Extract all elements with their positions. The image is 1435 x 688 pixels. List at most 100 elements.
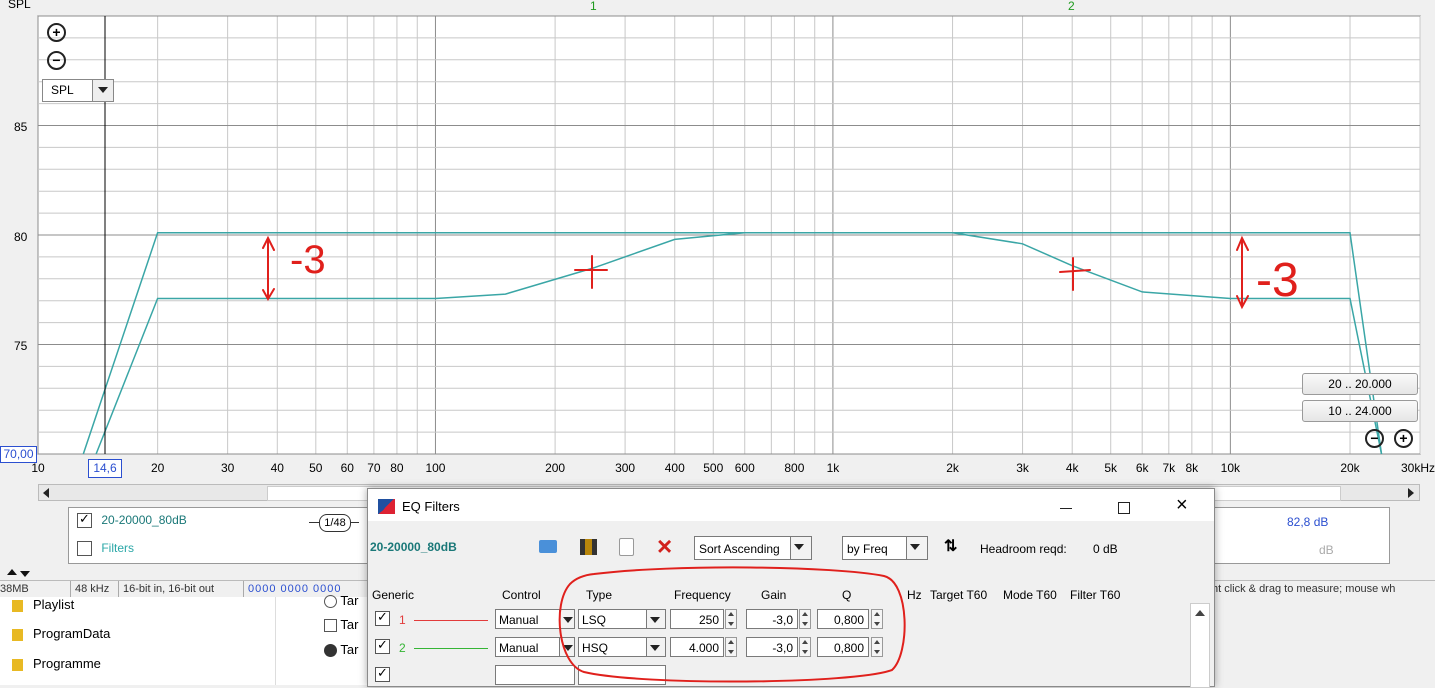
zoom-out-x-icon[interactable]: −: [1365, 429, 1384, 448]
x-tick-label: 40: [270, 461, 284, 475]
range-button-10-24000[interactable]: 10 .. 24.000: [1302, 400, 1418, 422]
x-tick-label: 30: [220, 461, 235, 475]
sort-by-select[interactable]: by Freq: [842, 536, 928, 560]
x-tick-label: 20: [150, 461, 165, 475]
headroom-label: Headroom reqd:: [980, 542, 1067, 556]
y-axis-title: SPL: [8, 0, 31, 11]
x-tick-label: 20k: [1340, 461, 1360, 475]
x-tick-label: 8k: [1185, 461, 1199, 475]
spl-graph[interactable]: [0, 0, 1435, 500]
filter-index-2: 2: [399, 641, 406, 655]
status-bit-depth: 16-bit in, 16-bit out: [118, 581, 214, 597]
col-mode-t60: Mode T60: [1003, 588, 1057, 602]
cursor-value[interactable]: 14,6: [88, 459, 122, 478]
legend-item-1[interactable]: 20-20000_80dB: [77, 511, 187, 529]
sort-order-select[interactable]: Sort Ascending: [694, 536, 812, 560]
x-tick-label: 500: [703, 461, 724, 475]
y-tick-85: 85: [14, 120, 28, 134]
delete-icon[interactable]: ×: [657, 531, 672, 561]
save-icon[interactable]: [580, 539, 597, 555]
zoom-in-icon[interactable]: +: [47, 23, 66, 42]
status-hint: ht click & drag to measure; mouse wh: [1212, 583, 1396, 595]
smoothing-badge[interactable]: 1/48: [319, 514, 351, 532]
measurement-selector[interactable]: SPL: [42, 79, 114, 102]
measurement-selector-value: SPL: [51, 83, 74, 97]
file-item-1[interactable]: Tar: [324, 593, 359, 609]
legend-item-2[interactable]: Filters: [77, 541, 135, 557]
legend-checkbox-2[interactable]: [77, 541, 92, 557]
annotation-text-right: -3: [1256, 254, 1299, 307]
explorer-files: Tar Tar Tar: [275, 593, 371, 685]
file-icon: [324, 595, 337, 609]
folder-label: Playlist: [33, 597, 75, 612]
chevron-down-icon[interactable]: [92, 80, 113, 101]
swap-sort-icon[interactable]: ⇅: [944, 536, 957, 556]
eq-filters-window: EQ Filters × 20-20000_80dB × Sort Ascend…: [367, 488, 1215, 688]
file-icon: [324, 619, 337, 633]
legend-value-1: 82,8 dB: [1287, 515, 1329, 529]
file-label: Tar: [340, 593, 359, 608]
filter-enable-checkbox-2[interactable]: [375, 637, 390, 654]
splitter-icon[interactable]: [7, 569, 37, 579]
file-label: Tar: [340, 617, 359, 632]
copy-icon[interactable]: [619, 538, 634, 556]
eq-title-bar[interactable]: EQ Filters ×: [368, 489, 1214, 521]
minimize-icon[interactable]: [1060, 508, 1072, 509]
filter-enable-checkbox-3[interactable]: [375, 665, 390, 682]
x-tick-label: 2k: [946, 461, 959, 475]
scroll-right-icon[interactable]: [1408, 488, 1414, 498]
file-label: Tar: [340, 642, 359, 657]
chevron-down-icon[interactable]: [906, 536, 928, 560]
x-tick-label: 6k: [1135, 461, 1149, 475]
x-tick-label: 400: [664, 461, 685, 475]
col-control: Control: [502, 588, 541, 602]
file-item-3[interactable]: Tar: [324, 642, 359, 658]
headroom-value: 0 dB: [1093, 542, 1118, 556]
folder-label: Programme: [33, 656, 101, 671]
legend-label-1: 20-20000_80dB: [101, 513, 187, 527]
legend-checkbox-1[interactable]: [77, 511, 92, 529]
filter-marker-2: 2: [1068, 0, 1075, 13]
x-tick-label: 7k: [1162, 461, 1176, 475]
x-tick-label: 50: [309, 461, 323, 475]
range-button-20-20000[interactable]: 20 .. 20.000: [1302, 373, 1418, 395]
x-tick-label: 4k: [1065, 461, 1079, 475]
sort-by-value: by Freq: [847, 542, 888, 556]
x-tick-label: 30kHz: [1400, 461, 1435, 475]
zoom-in-x-icon[interactable]: +: [1394, 429, 1413, 448]
x-tick-label: 70: [367, 461, 381, 475]
eq-vertical-scrollbar[interactable]: [1190, 603, 1210, 688]
file-item-2[interactable]: Tar: [324, 617, 359, 633]
sort-order-value: Sort Ascending: [699, 542, 780, 556]
chevron-down-icon[interactable]: [790, 536, 812, 560]
x-tick-label: 200: [545, 461, 566, 475]
scroll-left-icon[interactable]: [43, 488, 49, 498]
explorer-panel: Playlist ProgramData Programme: [0, 597, 275, 685]
filter-index-1: 1: [399, 613, 406, 627]
folder-icon: [12, 600, 23, 612]
annotation-circle: [558, 566, 906, 683]
filter-enable-checkbox-1[interactable]: [375, 609, 390, 626]
x-tick-label: 300: [615, 461, 636, 475]
col-generic: Generic: [372, 588, 415, 602]
filter-line-1: [414, 620, 488, 621]
filter-control-value-1: Manual: [499, 613, 539, 627]
folder-open-icon[interactable]: [539, 540, 557, 553]
folder-icon: [12, 659, 23, 671]
x-tick-label: 60: [340, 461, 354, 475]
legend-value-2: dB: [1319, 543, 1334, 557]
filter-line-2: [414, 648, 488, 649]
maximize-icon[interactable]: [1118, 502, 1130, 514]
zoom-out-icon[interactable]: −: [47, 51, 66, 70]
file-icon: [324, 644, 337, 658]
col-filter-t60: Filter T60: [1070, 588, 1121, 602]
status-memory: 38MB: [0, 583, 29, 595]
filter-marker-1: 1: [590, 0, 597, 13]
x-tick-label: 5k: [1104, 461, 1118, 475]
col-target-t60: Target T60: [930, 588, 988, 602]
x-tick-label: 100: [425, 461, 446, 475]
x-tick-label: 10: [31, 461, 45, 475]
legend-label-2: Filters: [101, 541, 135, 555]
close-icon[interactable]: ×: [1176, 495, 1188, 515]
scroll-up-icon[interactable]: [1195, 610, 1205, 616]
